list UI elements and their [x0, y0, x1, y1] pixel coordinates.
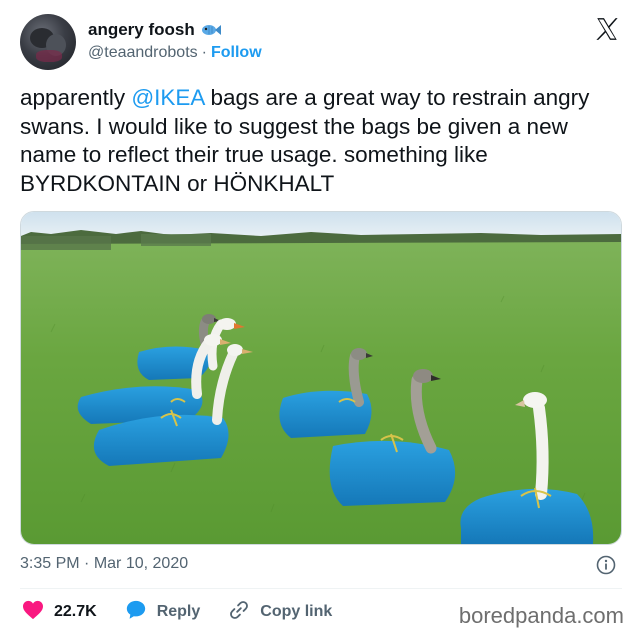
like-button[interactable]: 22.7K	[22, 600, 97, 625]
tweet-timestamp[interactable]: 3:35 PM · Mar 10, 2020	[20, 555, 188, 573]
reply-label: Reply	[156, 603, 201, 620]
name-row: angery foosh	[88, 20, 221, 40]
ikea-mention-link[interactable]: @IKEA	[131, 85, 204, 110]
tweet-date: Mar 10, 2020	[93, 555, 189, 572]
watermark: boredpanda.com	[458, 603, 624, 628]
follow-button[interactable]: Follow	[211, 44, 262, 62]
action-bar: 22.7K Reply Copy link	[22, 600, 360, 624]
fish-icon	[201, 23, 221, 37]
user-handle[interactable]: @teaandrobots	[88, 44, 198, 62]
time-separator: ·	[84, 555, 90, 572]
tweet-text: apparently @IKEA bags are a great way to…	[20, 84, 624, 198]
copy-link-label: Copy link	[260, 603, 333, 620]
reply-button[interactable]: Reply	[125, 599, 201, 626]
display-name[interactable]: angery foosh	[88, 20, 195, 40]
handle-row: @teaandrobots · Follow	[88, 44, 262, 62]
divider	[20, 588, 622, 589]
heart-icon	[22, 600, 44, 625]
x-logo-icon[interactable]	[594, 16, 620, 42]
tweet-header: angery foosh @teaandrobots · Follow	[20, 14, 624, 74]
info-icon[interactable]	[596, 555, 616, 575]
copy-link-button[interactable]: Copy link	[228, 599, 332, 626]
tweet-time: 3:35 PM	[20, 555, 80, 572]
like-count: 22.7K	[54, 603, 97, 620]
reply-bubble-icon	[125, 599, 147, 626]
handle-separator: ·	[201, 44, 207, 61]
avatar[interactable]	[20, 14, 76, 70]
tweet-text-start: apparently	[20, 85, 132, 110]
link-icon	[228, 599, 250, 626]
tweet-photo[interactable]	[20, 211, 622, 545]
